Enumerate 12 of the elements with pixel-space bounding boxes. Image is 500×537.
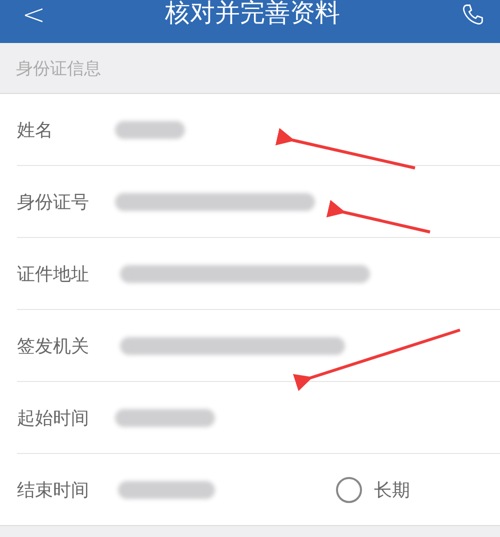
back-button[interactable]: < (22, 0, 46, 28)
field-label: 起始时间 (17, 406, 90, 430)
phone-icon[interactable] (460, 2, 486, 28)
field-label: 签发机关 (17, 334, 90, 358)
field-label: 身份证号 (17, 190, 90, 214)
redacted-value (115, 120, 185, 138)
field-label: 结束时间 (17, 478, 90, 502)
field-label: 证件地址 (17, 262, 90, 286)
option-label: 长期 (374, 478, 410, 502)
field-label: 姓名 (17, 118, 54, 142)
radio-button[interactable] (336, 476, 362, 502)
section-title: 身份证信息 (16, 58, 101, 80)
